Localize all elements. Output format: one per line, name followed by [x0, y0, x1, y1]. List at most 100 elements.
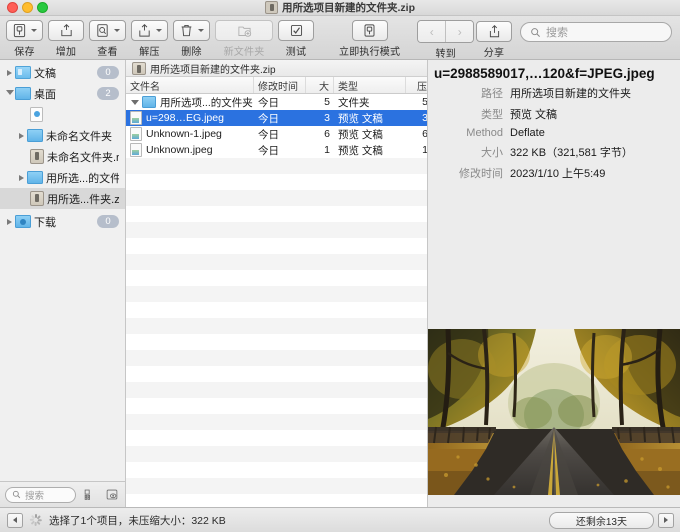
file-kind: 预览 文稿	[338, 144, 383, 157]
folder-documents-icon	[15, 66, 31, 79]
toolbar-button-share[interactable]: 分享	[476, 21, 512, 59]
sidebar-item-downloads[interactable]: 下载 0	[0, 211, 125, 232]
status-bar: 选择了1个项目，未压缩大小：322 KB 还剩余13天	[0, 507, 680, 532]
window-controls[interactable]	[0, 2, 48, 13]
navigate-back-button[interactable]: ‹	[418, 21, 446, 42]
chevron-down-icon[interactable]	[114, 29, 120, 32]
search-placeholder: 搜索	[546, 27, 568, 39]
toolbar-button-test[interactable]: 测试	[278, 20, 314, 58]
column-header-kind[interactable]: 类型	[334, 77, 406, 93]
column-view-icon[interactable]	[81, 486, 98, 503]
window-title-bar: 用所选项目新建的文件夹.zip	[0, 0, 680, 16]
preview-eye-icon[interactable]	[103, 486, 120, 503]
file-date: 今日	[258, 128, 279, 141]
table-row[interactable]: Unknown-1.jpeg 今日 6 预览 文稿 6 -rw-	[126, 126, 427, 142]
folder-downloads-icon	[15, 215, 31, 228]
info-label: 修改时间	[459, 168, 503, 180]
file-kind: 预览 文稿	[338, 128, 383, 141]
sidebar-item-badge: 2	[97, 87, 119, 100]
table-row	[126, 158, 427, 174]
table-row	[126, 206, 427, 222]
zoom-button[interactable]	[37, 2, 48, 13]
table-row	[126, 350, 427, 366]
file-kind: 文件夹	[338, 96, 370, 109]
column-header-size[interactable]: 大	[306, 77, 334, 93]
search-icon	[12, 490, 21, 499]
sidebar-item-new-folder[interactable]: 用所选...的文件夹	[0, 167, 125, 188]
table-row	[126, 270, 427, 286]
toolbar-button-extract[interactable]: 解压	[131, 20, 168, 58]
disclosure-triangle-icon[interactable]	[16, 174, 27, 181]
info-panel: u=2988589017,…120&f=JPEG.jpeg 路径 用所选项目新建…	[428, 60, 680, 507]
file-name: Unknown-1.jpeg	[146, 128, 222, 140]
sidebar-item-label: 桌面	[34, 88, 56, 101]
disclosure-triangle-icon[interactable]	[4, 218, 15, 225]
disclosure-triangle-icon[interactable]	[16, 132, 27, 139]
info-row-path: 路径 用所选项目新建的文件夹	[428, 85, 672, 101]
chevron-down-icon[interactable]	[156, 29, 162, 32]
folder-icon	[27, 129, 43, 142]
info-value: 2023/1/10 上午5:49	[510, 168, 606, 180]
archive-path-bar[interactable]: 用所选项目新建的文件夹.zip	[126, 60, 427, 77]
toolbar-button-add[interactable]: 增加	[48, 20, 84, 58]
toolbar-button-view[interactable]: 查看	[89, 20, 126, 58]
info-label: 类型	[481, 109, 503, 121]
add-icon	[60, 24, 72, 37]
sidebar-item-label: 用所选...件夹.zip	[47, 193, 119, 206]
table-row	[126, 334, 427, 350]
toolbar-button-save[interactable]: 保存	[6, 20, 43, 58]
progress-spinner-icon	[29, 514, 42, 526]
table-row	[126, 462, 427, 478]
sidebar-item-new-folder-zip[interactable]: 用所选...件夹.zip	[0, 188, 125, 209]
sidebar-bottom-bar: 搜索	[0, 481, 125, 507]
sidebar-item-untitled-folder-rar[interactable]: 未命名文件夹.rar	[0, 146, 125, 167]
sidebar-item-label: 未命名文件夹	[46, 130, 112, 143]
image-file-icon	[130, 143, 142, 157]
table-row	[126, 430, 427, 446]
disclosure-triangle-icon[interactable]	[130, 99, 140, 105]
table-row	[126, 414, 427, 430]
close-button[interactable]	[7, 2, 18, 13]
navigate-forward-button[interactable]: ›	[445, 21, 474, 42]
info-value: 322 KB（321,581 字节）	[510, 147, 633, 159]
disclosure-triangle-icon[interactable]	[4, 69, 15, 76]
info-value: Deflate	[510, 127, 545, 139]
info-field-list: 路径 用所选项目新建的文件夹 类型 预览 文稿 Method Deflate 大…	[428, 85, 680, 186]
sidebar-toggle-icon[interactable]	[7, 512, 23, 528]
sidebar-item-badge: 0	[97, 215, 119, 228]
table-row	[126, 494, 427, 507]
table-row[interactable]: u=298…EG.jpeg 今日 3 预览 文稿 3 -rw-	[126, 110, 427, 126]
sidebar-item-documents[interactable]: 文稿 0	[0, 62, 125, 83]
table-row	[126, 286, 427, 302]
toolbar-label-add: 增加	[55, 47, 77, 58]
column-header-name[interactable]: 文件名	[126, 77, 254, 93]
info-value: 用所选项目新建的文件夹	[510, 88, 631, 100]
column-header-date[interactable]: 修改时间	[254, 77, 306, 93]
search-input[interactable]: 搜索	[520, 22, 672, 42]
sidebar-search-input[interactable]: 搜索	[5, 486, 76, 503]
file-size: 5	[324, 96, 330, 108]
table-row[interactable]: 用所选项...的文件夹 今日 5 文件夹 5 drw	[126, 94, 427, 110]
chevron-down-icon[interactable]	[31, 29, 37, 32]
sidebar-item-untitled-folder[interactable]: 未命名文件夹	[0, 125, 125, 146]
file-kind: 预览 文稿	[338, 112, 383, 125]
toolbar-label-save: 保存	[14, 47, 35, 58]
file-list-pane: 用所选项目新建的文件夹.zip 文件名 修改时间 大 类型 压 权限 用所选项.…	[126, 60, 472, 507]
toolbar-button-delete[interactable]: 删除	[173, 20, 210, 58]
toolbar-button-immediate-mode[interactable]: 立即执行模式	[339, 20, 400, 58]
table-row	[126, 446, 427, 462]
inspector-toggle-icon[interactable]	[658, 512, 674, 528]
trial-badge[interactable]: 还剩余13天	[548, 511, 654, 529]
sidebar-item-desktop[interactable]: 桌面 2	[0, 83, 125, 104]
status-text: 选择了1个项目，未压缩大小：322 KB	[49, 514, 226, 527]
main-toolbar: 保存 增加 查看 解压 删除 新文件夹 测试 立即执行模式 ‹ › 转到 分享 …	[0, 16, 680, 60]
table-row	[126, 174, 427, 190]
disclosure-triangle-icon[interactable]	[4, 89, 15, 98]
document-file-icon	[30, 107, 43, 122]
chevron-down-icon[interactable]	[198, 29, 204, 32]
table-row[interactable]: Unknown.jpeg 今日 1 预览 文稿 1 -rw-	[126, 142, 427, 158]
minimize-button[interactable]	[22, 2, 33, 13]
toolbar-navigate-group[interactable]: ‹ › 转到	[417, 20, 475, 60]
sidebar-item-document-file[interactable]	[0, 104, 125, 125]
image-file-icon	[130, 127, 142, 141]
